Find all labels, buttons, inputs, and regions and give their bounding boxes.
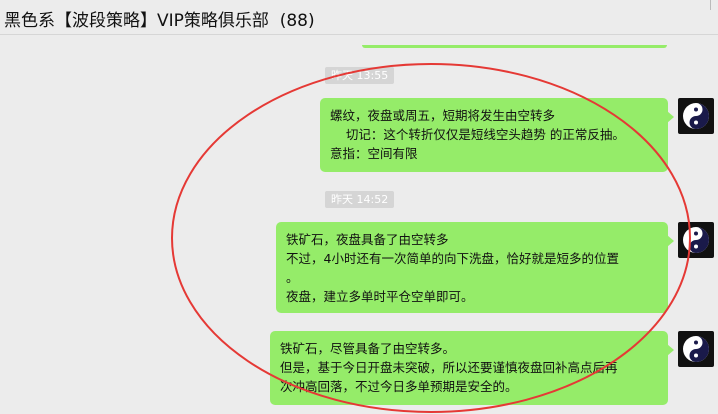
message-list[interactable]: 昨天 13:55 螺纹，夜盘或周五，短期将发生由空转多 切记：这个转折仅仅是短线… — [0, 35, 718, 414]
message-bubble[interactable]: 螺纹，夜盘或周五，短期将发生由空转多 切记：这个转折仅仅是短线空头趋势 的正常反… — [320, 98, 674, 172]
message-bubble[interactable]: 铁矿石，夜盘具备了由空转多 不过，4小时还有一次简单的向下洗盘，恰好就是短多的位… — [276, 222, 674, 313]
message-line: 夜盘，建立多单时平仓空单即可。 — [286, 289, 474, 304]
message-line: 但是，基于今日开盘未突破，所以还要谨慎夜盘回补高点后再 — [280, 360, 618, 375]
message-line: 意指：空间有限 — [330, 146, 418, 161]
message-line: 螺纹，夜盘或周五，短期将发生由空转多 — [330, 108, 556, 123]
member-count: (88) — [279, 11, 315, 31]
message-line: 切记：这个转折仅仅是短线空头趋势 的正常反抽。 — [330, 127, 625, 142]
chat-title[interactable]: 黑色系【波段策略】VIP策略俱乐部 (88) — [4, 6, 315, 31]
chat-header: 黑色系【波段策略】VIP策略俱乐部 (88) — [0, 0, 718, 35]
message-line: 次冲高回落，不过今日多单预期是安全的。 — [280, 379, 518, 394]
timestamp: 昨天 14:52 — [325, 191, 395, 208]
avatar[interactable] — [678, 98, 714, 134]
avatar[interactable] — [678, 222, 714, 258]
message-line: 。 — [286, 270, 299, 285]
message-line: 不过，4小时还有一次简单的向下洗盘，恰好就是短多的位置 — [286, 251, 619, 266]
avatar[interactable] — [678, 331, 714, 367]
message-line: 铁矿石，尽管具备了由空转多。 — [280, 341, 456, 356]
header-divider — [710, 0, 711, 10]
message-bubble[interactable]: 铁矿石，尽管具备了由空转多。 但是，基于今日开盘未突破，所以还要谨慎夜盘回补高点… — [270, 331, 674, 405]
yin-yang-icon — [683, 103, 709, 129]
timestamp: 昨天 13:55 — [325, 67, 395, 84]
yin-yang-icon — [683, 336, 709, 362]
yin-yang-icon — [683, 227, 709, 253]
group-name: 黑色系【波段策略】VIP策略俱乐部 — [4, 11, 269, 31]
message-line: 铁矿石，夜盘具备了由空转多 — [286, 232, 449, 247]
previous-message-bubble — [362, 45, 667, 48]
